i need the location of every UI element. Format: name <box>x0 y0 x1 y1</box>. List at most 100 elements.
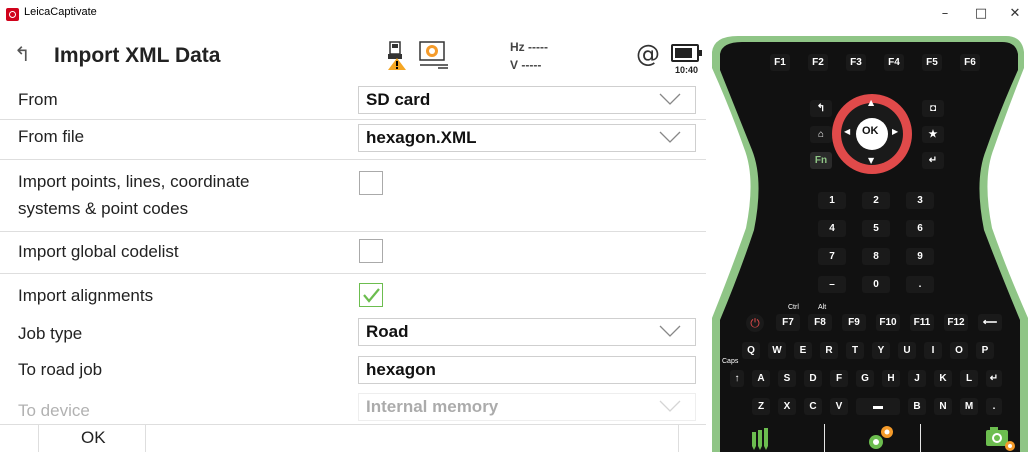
key-0[interactable]: 0 <box>862 276 890 293</box>
key-dot[interactable]: . <box>906 276 934 293</box>
key-f9[interactable]: F9 <box>842 314 866 331</box>
key-t[interactable]: T <box>846 342 864 359</box>
measure-icon[interactable] <box>750 426 776 450</box>
space-key[interactable]: ▬ <box>856 398 900 415</box>
key-3[interactable]: 3 <box>906 192 934 209</box>
arrow-up-key[interactable]: ▲ <box>868 98 874 107</box>
back-icon[interactable]: ↰ <box>14 42 31 66</box>
arrow-left-key[interactable]: ◀ <box>844 127 850 136</box>
job-type-dropdown[interactable]: Road <box>358 318 696 346</box>
key-h[interactable]: H <box>882 370 900 387</box>
arrow-right-key[interactable]: ▶ <box>892 127 898 136</box>
fn-key[interactable]: Fn <box>810 152 832 169</box>
key-f6[interactable]: F6 <box>960 54 980 71</box>
key-p[interactable]: P <box>976 342 994 359</box>
key-f3[interactable]: F3 <box>846 54 866 71</box>
key-k[interactable]: K <box>934 370 952 387</box>
key-f7[interactable]: F7 <box>776 314 800 331</box>
arrow-down-key[interactable]: ▼ <box>868 156 874 165</box>
key-n[interactable]: N <box>934 398 952 415</box>
key-a[interactable]: A <box>752 370 770 387</box>
maximize-button[interactable]: □ <box>966 4 996 24</box>
back-key[interactable]: ↰ <box>810 100 832 117</box>
battery-icon[interactable] <box>671 44 702 62</box>
key-i[interactable]: I <box>924 342 942 359</box>
close-button[interactable]: ✕ <box>1000 4 1030 24</box>
ok-nav-key[interactable]: OK <box>862 125 879 137</box>
key-period[interactable]: . <box>986 398 1002 415</box>
prism-target-icon[interactable] <box>418 40 450 72</box>
row-from-file: From file hexagon.XML <box>0 119 706 160</box>
key-f4[interactable]: F4 <box>884 54 904 71</box>
checkmark-icon <box>363 288 380 303</box>
key-l[interactable]: L <box>960 370 978 387</box>
key-6[interactable]: 6 <box>906 220 934 237</box>
toolbar-divider <box>824 424 825 452</box>
key-c[interactable]: C <box>804 398 822 415</box>
power-key[interactable]: ⏻ <box>746 314 764 332</box>
key-x[interactable]: X <box>778 398 796 415</box>
favourite-key[interactable]: ★ <box>922 126 944 143</box>
import-codelist-checkbox[interactable] <box>359 239 383 263</box>
import-alignments-checkbox[interactable] <box>359 283 383 307</box>
key-1[interactable]: 1 <box>818 192 846 209</box>
from-label: From <box>18 90 58 109</box>
ok-button[interactable]: OK <box>38 425 146 452</box>
key-minus[interactable]: – <box>818 276 846 293</box>
key-e[interactable]: E <box>794 342 812 359</box>
key-y[interactable]: Y <box>872 342 890 359</box>
key-f5[interactable]: F5 <box>922 54 942 71</box>
from-dropdown[interactable]: SD card <box>358 86 696 114</box>
at-icon[interactable]: @ <box>636 40 660 68</box>
settings-gears-icon[interactable] <box>866 424 896 452</box>
enter-key[interactable]: ↵ <box>922 152 944 169</box>
key-f10[interactable]: F10 <box>876 314 900 331</box>
key-4[interactable]: 4 <box>818 220 846 237</box>
shift-key[interactable]: ↑ <box>730 370 744 387</box>
key-g[interactable]: G <box>856 370 874 387</box>
camera-key[interactable]: ◘ <box>922 100 944 117</box>
key-f[interactable]: F <box>830 370 848 387</box>
to-road-job-input[interactable]: hexagon <box>358 356 696 384</box>
key-j[interactable]: J <box>908 370 926 387</box>
home-key[interactable]: ⌂ <box>810 126 832 143</box>
chevron-down-icon <box>659 131 681 143</box>
footer-bar: OK <box>0 424 706 452</box>
key-u[interactable]: U <box>898 342 916 359</box>
footer-divider <box>678 425 679 452</box>
key-9[interactable]: 9 <box>906 248 934 265</box>
key-8[interactable]: 8 <box>862 248 890 265</box>
key-m[interactable]: M <box>960 398 978 415</box>
key-z[interactable]: Z <box>752 398 770 415</box>
key-o[interactable]: O <box>950 342 968 359</box>
from-file-dropdown[interactable]: hexagon.XML <box>358 124 696 152</box>
camera-settings-icon[interactable] <box>984 424 1016 452</box>
key-f11[interactable]: F11 <box>910 314 934 331</box>
to-device-dropdown[interactable]: Internal memory <box>358 393 696 421</box>
key-f2[interactable]: F2 <box>808 54 828 71</box>
key-f8[interactable]: F8 <box>808 314 832 331</box>
app-logo-icon <box>6 8 19 21</box>
key-f12[interactable]: F12 <box>944 314 968 331</box>
backspace-key[interactable]: ⟵ <box>978 314 1002 331</box>
return-key[interactable]: ↵ <box>986 370 1002 387</box>
key-s[interactable]: S <box>778 370 796 387</box>
ok-button-label: OK <box>81 428 106 447</box>
alt-label: Alt <box>818 304 827 311</box>
import-points-checkbox[interactable] <box>359 171 383 195</box>
key-r[interactable]: R <box>820 342 838 359</box>
key-b[interactable]: B <box>908 398 926 415</box>
main-panel: ↰ Import XML Data Hz ----- V ----- @ 10:… <box>0 28 706 452</box>
app-title: LeicaCaptivate <box>24 6 97 18</box>
key-2[interactable]: 2 <box>862 192 890 209</box>
key-v[interactable]: V <box>830 398 848 415</box>
instrument-warning-icon[interactable] <box>386 40 408 70</box>
minimize-button[interactable]: – <box>930 4 960 24</box>
key-q[interactable]: Q <box>742 342 760 359</box>
key-w[interactable]: W <box>768 342 786 359</box>
to-device-value: Internal memory <box>366 397 499 416</box>
key-5[interactable]: 5 <box>862 220 890 237</box>
key-f1[interactable]: F1 <box>770 54 790 71</box>
key-d[interactable]: D <box>804 370 822 387</box>
key-7[interactable]: 7 <box>818 248 846 265</box>
